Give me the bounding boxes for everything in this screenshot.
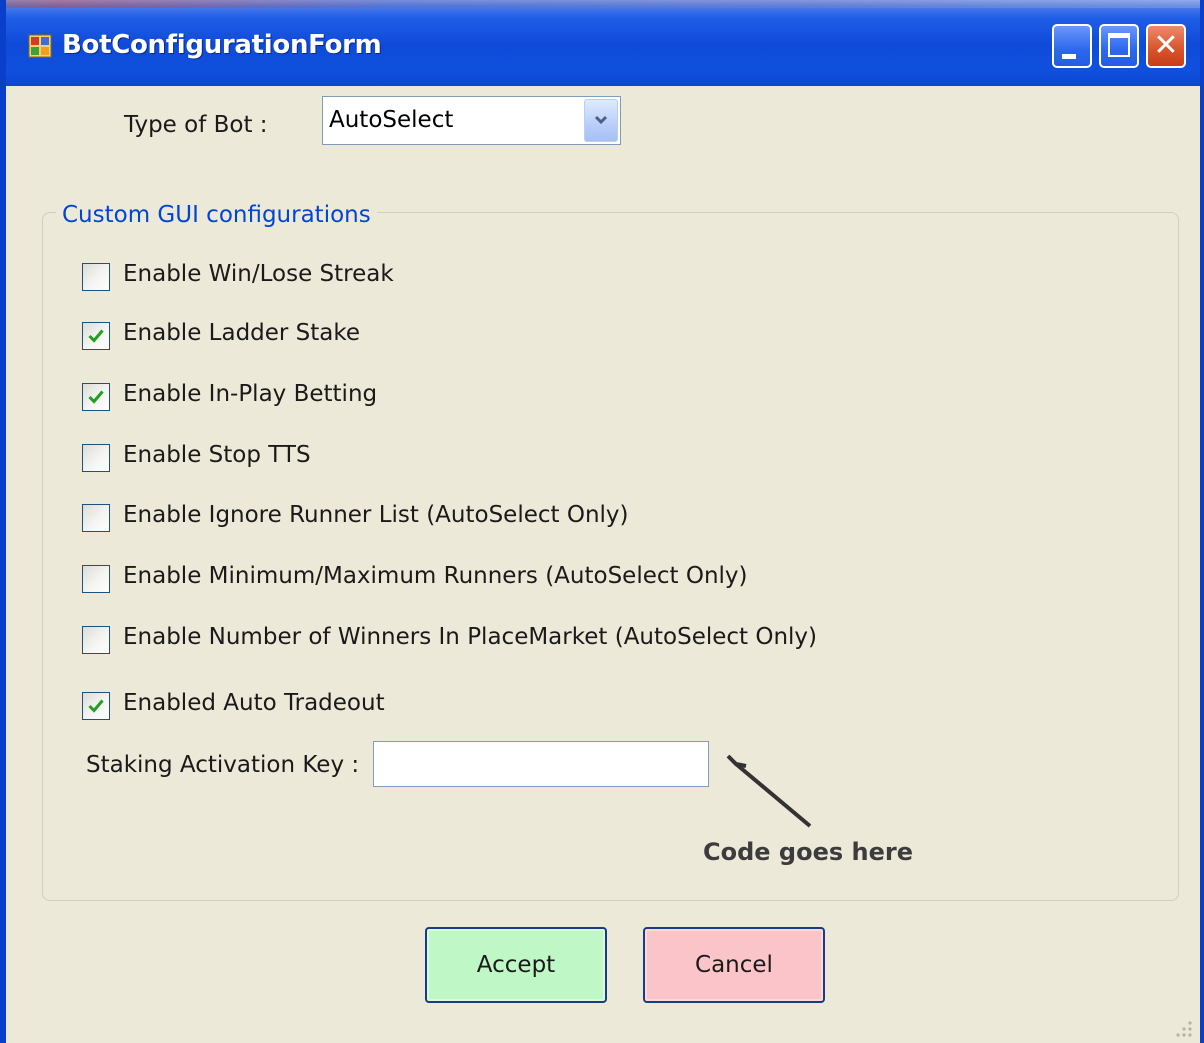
checkmark-icon [88, 699, 104, 713]
maximize-button[interactable] [1099, 24, 1139, 68]
app-icon [28, 34, 52, 58]
close-icon: ✕ [1153, 28, 1179, 63]
custom-gui-groupbox [42, 212, 1179, 901]
checkbox-label: Enable Minimum/Maximum Runners (AutoSele… [123, 563, 748, 589]
staking-key-input[interactable] [373, 741, 709, 787]
checkbox-label: Enable Number of Winners In PlaceMarket … [123, 624, 818, 650]
auto-tradeout-checkbox[interactable] [82, 692, 110, 720]
title-bar[interactable]: BotConfigurationForm ✕ [6, 0, 1200, 86]
checkbox-label: Enable Ladder Stake [123, 320, 361, 346]
minimize-button[interactable] [1052, 24, 1092, 68]
checkbox-label: Enable Stop TTS [123, 442, 311, 468]
staking-key-label: Staking Activation Key : [86, 752, 360, 778]
accept-button[interactable]: Accept [425, 927, 607, 1003]
min-max-runners-checkbox[interactable] [82, 565, 110, 593]
bot-type-dropdown-button[interactable] [584, 99, 618, 142]
ladder-stake-checkbox[interactable] [82, 322, 110, 350]
checkbox-label: Enable Win/Lose Streak [123, 261, 394, 287]
stop-tts-checkbox[interactable] [82, 444, 110, 472]
checkbox-label: Enable In-Play Betting [123, 381, 378, 407]
in-play-betting-checkbox[interactable] [82, 383, 110, 411]
checkmark-icon [88, 390, 104, 404]
checkmark-icon [88, 329, 104, 343]
win-lose-streak-checkbox[interactable] [82, 263, 110, 291]
bot-type-label: Type of Bot : [124, 112, 268, 138]
bot-configuration-window: BotConfigurationForm ✕ Type of Bot : Aut… [0, 0, 1204, 1043]
minimize-icon [1062, 54, 1076, 59]
maximize-icon [1108, 33, 1130, 57]
chevron-down-icon [594, 115, 608, 125]
close-button[interactable]: ✕ [1146, 24, 1186, 68]
ignore-runner-list-checkbox[interactable] [82, 504, 110, 532]
bot-type-selected-value: AutoSelect [329, 107, 454, 133]
number-of-winners-checkbox[interactable] [82, 626, 110, 654]
custom-gui-group-title: Custom GUI configurations [56, 202, 377, 228]
checkbox-label: Enable Ignore Runner List (AutoSelect On… [123, 502, 629, 528]
arrow-annotation-icon [726, 754, 812, 828]
title-bar-highlight [6, 0, 1200, 8]
resize-grip-icon[interactable] [1170, 1015, 1194, 1039]
code-goes-here-annotation: Code goes here [703, 838, 913, 866]
checkbox-label: Enabled Auto Tradeout [123, 690, 385, 716]
window-title: BotConfigurationForm [62, 30, 382, 60]
bot-type-select[interactable]: AutoSelect [322, 96, 621, 145]
cancel-button[interactable]: Cancel [643, 927, 825, 1003]
